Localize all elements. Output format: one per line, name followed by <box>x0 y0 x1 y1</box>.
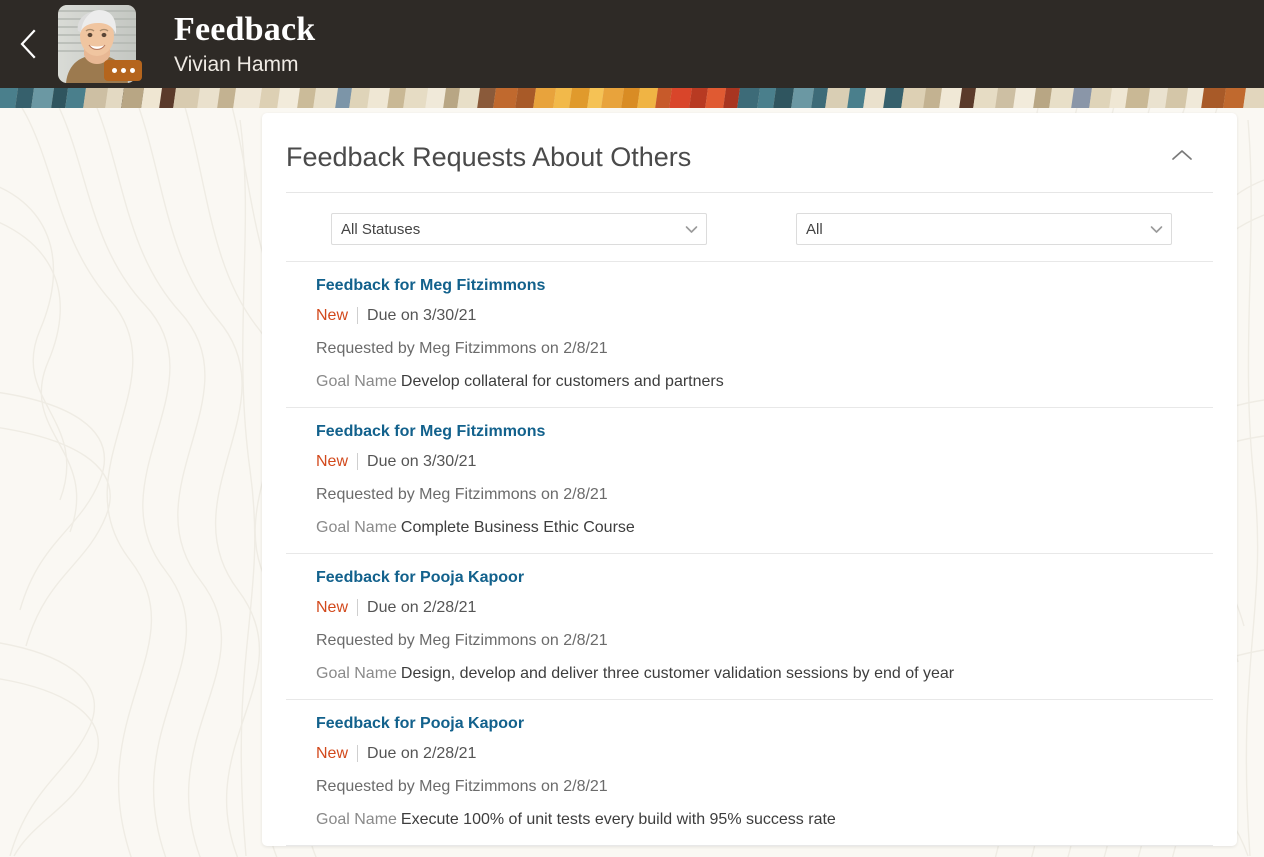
goal-label: Goal Name <box>316 373 397 390</box>
goal-row: Goal Name Complete Business Ethic Course <box>286 517 1213 538</box>
due-date: Due on 3/30/21 <box>367 453 477 470</box>
meta-separator <box>357 453 359 470</box>
list-item[interactable]: Feedback for Meg Fitzimmons New Due on 3… <box>286 261 1213 408</box>
goal-value: Complete Business Ethic Course <box>400 519 635 536</box>
card-title: Feedback Requests About Others <box>286 142 692 172</box>
goal-label: Goal Name <box>316 519 397 536</box>
page-subtitle: Vivian Hamm <box>174 52 299 76</box>
feedback-request-list: Feedback for Meg Fitzimmons New Due on 3… <box>262 261 1237 846</box>
status-filter-select[interactable]: All Statuses <box>331 213 707 245</box>
chevron-down-icon <box>676 225 706 234</box>
due-date: Due on 3/30/21 <box>367 307 477 324</box>
meta-separator <box>357 599 359 616</box>
page-title: Feedback <box>174 10 316 48</box>
request-meta: New Due on 2/28/21 <box>286 597 1213 618</box>
chevron-left-icon <box>18 28 38 60</box>
due-date: Due on 2/28/21 <box>367 599 477 616</box>
dot <box>120 68 126 73</box>
goal-value: Execute 100% of unit tests every build w… <box>400 811 836 828</box>
chevron-up-icon <box>1171 148 1193 167</box>
app-header: Feedback Vivian Hamm <box>0 0 1264 88</box>
avatar[interactable] <box>58 5 142 83</box>
header-text-block: Feedback Vivian Hamm <box>174 10 315 79</box>
chevron-down-icon <box>1141 225 1171 234</box>
request-meta: New Due on 2/28/21 <box>286 743 1213 764</box>
filter-row: All Statuses All <box>262 193 1237 245</box>
goal-value: Develop collateral for customers and par… <box>400 373 724 390</box>
feedback-requests-card: Feedback Requests About Others All Statu… <box>262 113 1237 846</box>
status-filter-value: All Statuses <box>341 220 421 238</box>
dot <box>129 68 135 73</box>
goal-row: Goal Name Execute 100% of unit tests ever… <box>286 809 1213 830</box>
status-badge: New <box>316 453 349 470</box>
goal-label: Goal Name <box>316 811 397 828</box>
feedback-request-link[interactable]: Feedback for Meg Fitzimmons <box>286 273 545 298</box>
goal-value: Design, develop and deliver three custom… <box>400 665 955 682</box>
more-options-icon[interactable] <box>104 60 142 81</box>
decorative-banner <box>0 88 1264 108</box>
collapse-section-button[interactable] <box>1165 140 1199 174</box>
requested-by: Requested by Meg Fitzimmons on 2/8/21 <box>316 340 608 357</box>
requested-by: Requested by Meg Fitzimmons on 2/8/21 <box>316 632 608 649</box>
list-item[interactable]: Feedback for Pooja Kapoor New Due on 2/2… <box>286 700 1213 846</box>
status-badge: New <box>316 745 349 762</box>
due-date: Due on 2/28/21 <box>367 745 477 762</box>
goal-row: Goal Name Design, develop and deliver thr… <box>286 663 1213 684</box>
request-meta: New Due on 3/30/21 <box>286 305 1213 326</box>
dot <box>111 68 117 73</box>
status-badge: New <box>316 307 349 324</box>
feedback-request-link[interactable]: Feedback for Pooja Kapoor <box>286 565 524 590</box>
request-meta: New Due on 3/30/21 <box>286 451 1213 472</box>
requested-by: Requested by Meg Fitzimmons on 2/8/21 <box>316 778 608 795</box>
requested-by: Requested by Meg Fitzimmons on 2/8/21 <box>316 486 608 503</box>
list-item[interactable]: Feedback for Pooja Kapoor New Due on 2/2… <box>286 554 1213 700</box>
back-button[interactable] <box>0 0 56 88</box>
list-item[interactable]: Feedback for Meg Fitzimmons New Due on 3… <box>286 408 1213 554</box>
status-badge: New <box>316 599 349 616</box>
meta-separator <box>357 745 359 762</box>
goal-row: Goal Name Develop collateral for customer… <box>286 371 1213 392</box>
meta-separator <box>357 307 359 324</box>
card-header: Feedback Requests About Others <box>262 113 1237 175</box>
feedback-request-link[interactable]: Feedback for Meg Fitzimmons <box>286 419 545 444</box>
goal-label: Goal Name <box>316 665 397 682</box>
type-filter-value: All <box>806 220 823 238</box>
feedback-request-link[interactable]: Feedback for Pooja Kapoor <box>286 711 524 736</box>
type-filter-select[interactable]: All <box>796 213 1172 245</box>
